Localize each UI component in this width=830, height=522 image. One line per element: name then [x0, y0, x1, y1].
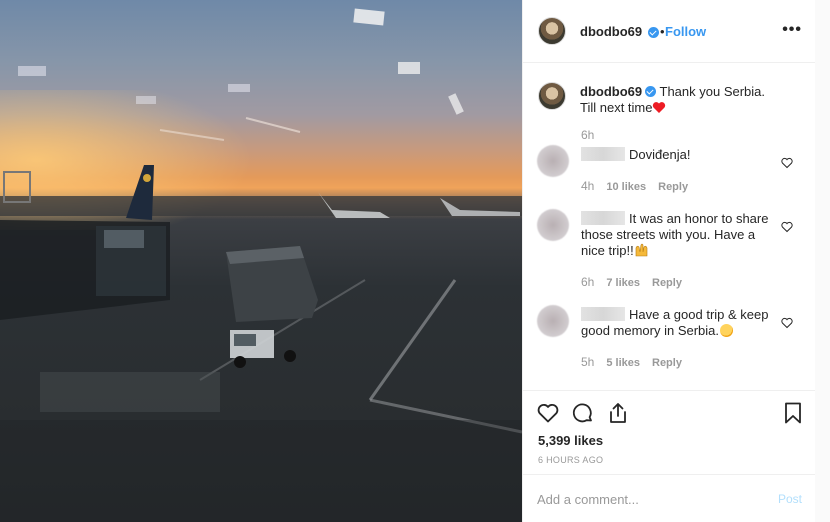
verified-badge-icon	[648, 27, 659, 38]
comment-icon[interactable]	[571, 401, 595, 425]
commenter-avatar[interactable]	[537, 209, 569, 241]
commenter-username-redacted[interactable]	[581, 307, 625, 321]
post-header: dbodbo69 • Follow •••	[523, 0, 816, 63]
post-actions: 5,399 likes 6 HOURS AGO	[523, 390, 816, 474]
follow-button[interactable]: Follow	[665, 24, 706, 39]
comment-likes[interactable]: 10 likes	[606, 181, 646, 193]
author-username[interactable]: dbodbo69	[580, 24, 642, 39]
comment-text: It was an honor to share those streets w…	[581, 211, 781, 259]
comment-meta: 5h 5 likes Reply	[581, 355, 682, 369]
share-icon[interactable]	[606, 401, 630, 425]
red-heart-emoji-icon	[653, 102, 666, 113]
bookmark-icon[interactable]	[781, 401, 805, 425]
page-background-strip	[815, 0, 830, 522]
verified-badge-icon	[645, 86, 657, 97]
add-comment-input[interactable]	[537, 492, 757, 507]
heart-icon[interactable]	[536, 401, 560, 425]
comment-reply-button[interactable]: Reply	[652, 277, 682, 289]
comment-time[interactable]: 4h	[581, 179, 594, 193]
comment-likes[interactable]: 5 likes	[606, 357, 640, 369]
comment-text: Doviđenja!	[581, 147, 781, 163]
comment-reply-button[interactable]: Reply	[658, 181, 688, 193]
post-comment-button[interactable]: Post	[778, 492, 802, 506]
comment-time[interactable]: 5h	[581, 355, 594, 369]
comment-meta: 4h 10 likes Reply	[581, 179, 688, 193]
comment-text: Have a good trip & keep good memory in S…	[581, 307, 781, 339]
caption-username[interactable]: dbodbo69	[580, 84, 642, 99]
caption-avatar[interactable]	[538, 82, 566, 110]
more-options-icon[interactable]: •••	[782, 21, 802, 39]
caption-text: dbodbo69 Thank you Serbia. Till next tim…	[580, 84, 780, 116]
author-avatar[interactable]	[538, 17, 566, 45]
hands-raised-emoji-icon	[635, 243, 648, 257]
header-separator: •	[660, 24, 665, 39]
post-side-panel: dbodbo69 • Follow ••• dbodbo69 Thank you…	[522, 0, 816, 522]
caption-time[interactable]: 6h	[581, 128, 594, 142]
post-timestamp[interactable]: 6 HOURS AGO	[538, 455, 603, 465]
likes-count[interactable]: 5,399 likes	[538, 433, 603, 448]
comment-likes[interactable]: 7 likes	[606, 277, 640, 289]
comments-list[interactable]: dbodbo69 Thank you Serbia. Till next tim…	[523, 64, 816, 390]
comment-reply-button[interactable]: Reply	[652, 357, 682, 369]
comment-body: Doviđenja!	[629, 147, 691, 162]
kiss-face-emoji-icon	[720, 324, 734, 337]
comment-time[interactable]: 6h	[581, 275, 594, 289]
post-photo[interactable]	[0, 0, 522, 522]
comment-composer: Post	[523, 474, 816, 522]
comment-meta: 6h 7 likes Reply	[581, 275, 682, 289]
commenter-avatar[interactable]	[537, 145, 569, 177]
airport-scene	[0, 8, 522, 522]
comment-like-heart-icon[interactable]	[781, 317, 793, 329]
comment-like-heart-icon[interactable]	[781, 157, 793, 169]
commenter-username-redacted[interactable]	[581, 211, 625, 225]
comment-like-heart-icon[interactable]	[781, 221, 793, 233]
commenter-username-redacted[interactable]	[581, 147, 625, 161]
commenter-avatar[interactable]	[537, 305, 569, 337]
